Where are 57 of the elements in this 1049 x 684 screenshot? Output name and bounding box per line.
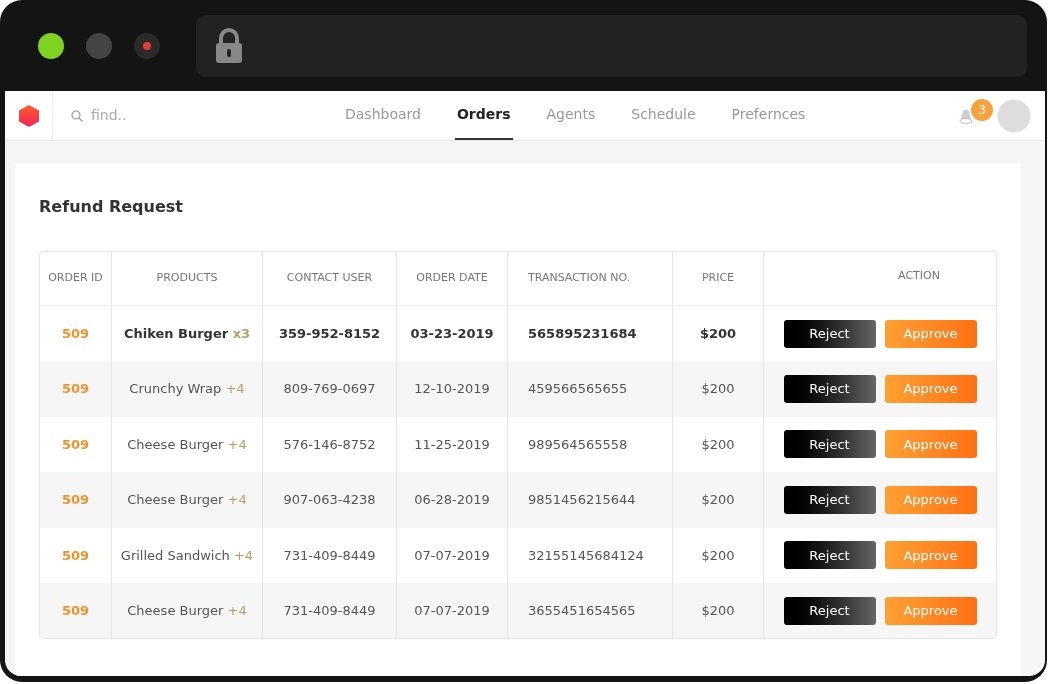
reject-button[interactable]: Reject	[783, 596, 876, 625]
column-header: ORDER ID	[40, 252, 112, 305]
table-cell: $200	[673, 472, 764, 528]
nav-tab[interactable]: Dashboard	[343, 91, 423, 140]
approve-button[interactable]: Approve	[884, 541, 977, 570]
nav-tab[interactable]: Prefernces	[729, 91, 808, 140]
table-cell: Cheese Burger +4	[112, 582, 263, 639]
reject-button[interactable]: Reject	[783, 541, 876, 570]
table-cell: 509	[40, 472, 112, 528]
table-cell: Grilled Sandwich +4	[112, 527, 263, 583]
table-cell: $200	[673, 527, 764, 583]
reject-button[interactable]: Reject	[783, 375, 876, 404]
table-cell: 07-07-2019	[397, 582, 508, 639]
column-header: ACTION	[897, 268, 941, 285]
table-cell: Crunchy Wrap +4	[112, 361, 263, 417]
search-field[interactable]: find..	[91, 105, 241, 126]
approve-button[interactable]: Approve	[884, 430, 977, 459]
approve-button[interactable]: Approve	[884, 485, 977, 514]
lock-icon	[214, 27, 244, 64]
window-control-icon[interactable]	[38, 32, 64, 59]
approve-button[interactable]: Approve	[884, 319, 977, 348]
column-header: TRANSACTION NO.	[508, 252, 673, 305]
table-cell: $200	[673, 582, 764, 639]
table-cell: Cheese Burger +4	[112, 472, 263, 528]
notification-badge: 3	[971, 99, 993, 121]
table-cell: 509	[40, 582, 112, 639]
card-title: Refund Request	[39, 196, 184, 218]
table-cell: 509	[40, 361, 112, 417]
avatar[interactable]	[997, 98, 1031, 133]
reject-button[interactable]: Reject	[783, 485, 876, 514]
column-header: PRICE	[673, 252, 764, 305]
column-header: CONTACT USER	[263, 252, 397, 305]
table-cell: 809-769-0697	[263, 361, 397, 417]
table-cell: $200	[673, 361, 764, 417]
table-cell: 06-28-2019	[397, 472, 508, 528]
column-header: PRODUCTS	[112, 252, 263, 305]
table-cell: 9851456215644	[508, 472, 673, 528]
hexagon-logo-icon[interactable]	[18, 104, 39, 127]
table-cell: 731-409-8449	[263, 527, 397, 583]
reject-button[interactable]: Reject	[783, 319, 876, 348]
table-cell: 907-063-4238	[263, 472, 397, 528]
approve-button[interactable]: Approve	[884, 375, 977, 404]
table-cell: 459566565655	[508, 361, 673, 417]
table-cell: 509	[40, 527, 112, 583]
search-icon	[71, 109, 83, 122]
nav-tab[interactable]: Orders	[454, 91, 513, 140]
table-cell: 32155145684124	[508, 527, 673, 583]
table-cell: 07-07-2019	[397, 527, 508, 583]
nav-tab[interactable]: Schedule	[629, 91, 698, 140]
column-header: ORDER DATE	[397, 252, 508, 305]
table-cell: 12-10-2019	[397, 361, 508, 417]
approve-button[interactable]: Approve	[884, 596, 977, 625]
nav-tab[interactable]: Agents	[544, 91, 598, 140]
table-cell: 731-409-8449	[263, 582, 397, 639]
table-cell: 3655451654565	[508, 582, 673, 639]
window-control-icon[interactable]	[134, 32, 160, 59]
reject-button[interactable]: Reject	[783, 430, 876, 459]
